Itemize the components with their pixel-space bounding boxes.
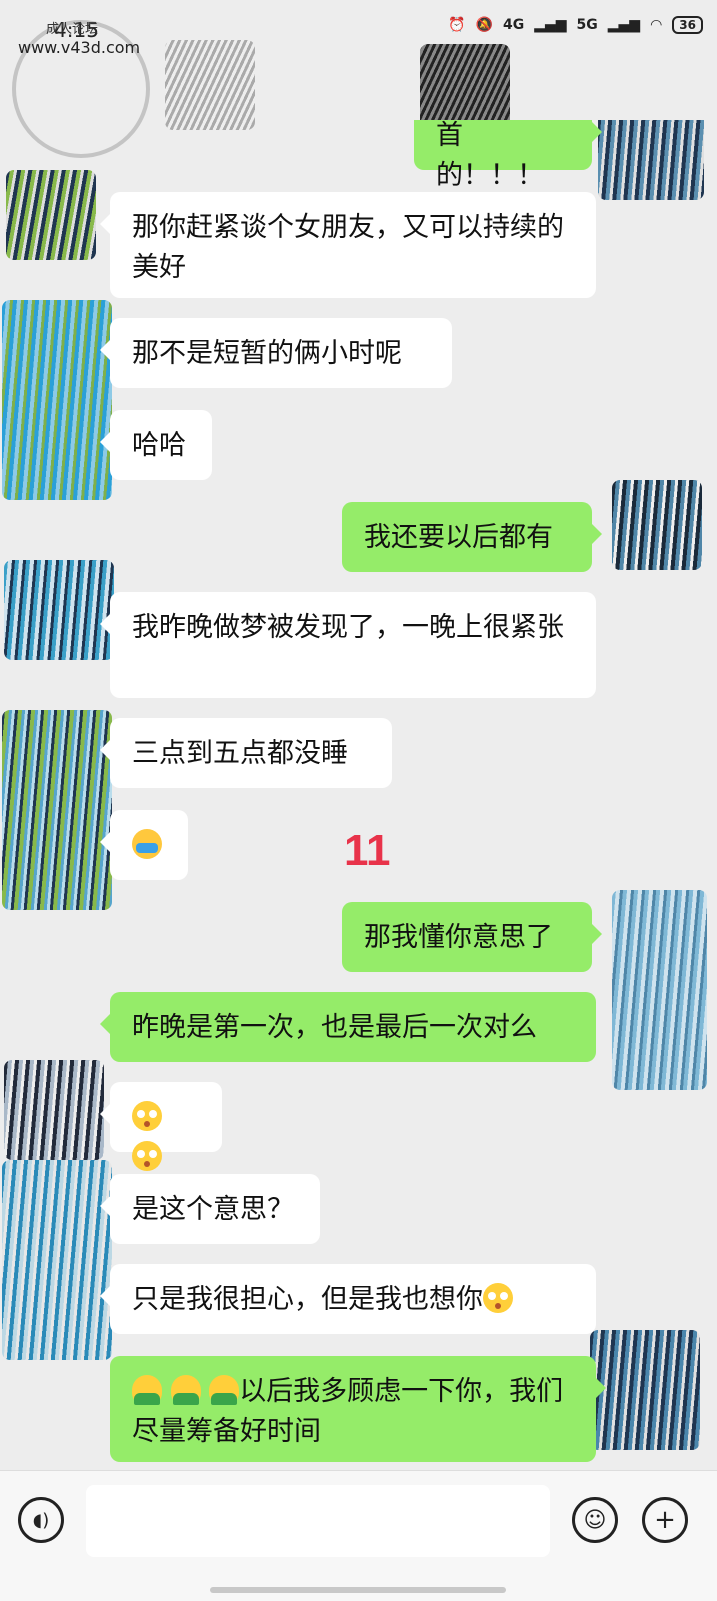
message-text: 那我懂你意思了 — [364, 922, 553, 953]
message-text: 三点到五点都没睡 — [132, 738, 348, 769]
message-text: 哈哈 — [132, 430, 186, 461]
annotation-mark: 11 — [344, 826, 391, 875]
message-bubble-incoming[interactable]: 我昨晚做梦被发现了，一晚上很紧张 — [100, 592, 596, 698]
message-bubble-outgoing[interactable]: 我还要以后都有 — [342, 502, 602, 572]
person-emoji-icon — [170, 1375, 201, 1405]
crying-laughing-emoji-icon — [132, 829, 162, 859]
input-bar: ◖) ☺ + — [0, 1470, 717, 1601]
status-icons: ⏰ 🔕 4G ▂▄▆ 5G ▂▄▆ ◠ 36 — [448, 16, 703, 34]
message-text: 我昨晚做梦被发现了，一晚上很紧张 — [132, 612, 564, 643]
chat-area[interactable]: 首的！！！ 那你赶紧谈个女朋友，又可以持续的美好 那不是短暂的俩小时呢 哈哈 我… — [0, 120, 717, 1470]
message-text: 那你赶紧谈个女朋友，又可以持续的美好 — [132, 212, 564, 283]
contact-avatar[interactable] — [2, 710, 112, 910]
watermark-text: 成人论坛 — [46, 22, 99, 37]
contact-avatar[interactable] — [2, 300, 112, 500]
flushed-emoji-icon — [132, 1141, 162, 1171]
network-4g-label: 4G — [502, 17, 525, 33]
message-bubble-outgoing[interactable]: 那我懂你意思了 — [342, 902, 602, 972]
network-5g-label: 5G — [576, 17, 598, 33]
person-emoji-icon — [209, 1375, 240, 1405]
contact-avatar[interactable] — [2, 1160, 112, 1360]
message-text: 我还要以后都有 — [364, 522, 553, 553]
message-text: 是这个意思？ — [132, 1194, 294, 1225]
redaction-scribble — [165, 40, 255, 130]
message-text: 只是我很担心，但是我也想你 — [132, 1284, 483, 1315]
watermark-url: www.v43d.com — [18, 38, 141, 57]
add-attachment-icon[interactable]: + — [642, 1497, 688, 1543]
message-bubble-incoming[interactable]: 三点到五点都没睡 — [100, 718, 392, 788]
message-bubble-incoming[interactable] — [100, 1082, 222, 1171]
message-bubble-outgoing[interactable]: 首的！！！ — [414, 120, 602, 191]
flushed-emoji-icon — [483, 1283, 513, 1313]
message-bubble-incoming[interactable]: 只是我很担心，但是我也想你 — [100, 1264, 596, 1334]
message-bubble-incoming[interactable]: 是这个意思？ — [100, 1174, 320, 1244]
message-bubble-incoming[interactable]: 哈哈 — [100, 410, 212, 480]
message-bubble-outgoing[interactable]: 以后我多顾虑一下你，我们尽量筹备好时间 — [110, 1356, 606, 1462]
signal-icon-2: ▂▄▆ — [607, 17, 641, 33]
message-bubble-incoming[interactable] — [100, 810, 188, 880]
wifi-icon: ◠ — [650, 17, 663, 33]
self-avatar[interactable] — [590, 1330, 700, 1450]
self-avatar[interactable] — [598, 120, 704, 200]
watermark: 成人论坛 www.v43d.com — [6, 10, 156, 158]
contact-avatar[interactable] — [4, 560, 114, 660]
home-indicator[interactable] — [210, 1587, 506, 1593]
message-bubble-incoming[interactable]: 那不是短暂的俩小时呢 — [100, 318, 452, 388]
emoji-picker-icon[interactable]: ☺ — [572, 1497, 618, 1543]
message-bubble-outgoing[interactable]: 昨晚是第一次，也是最后一次对么 — [100, 992, 596, 1062]
message-bubble-incoming[interactable]: 那你赶紧谈个女朋友，又可以持续的美好 — [100, 192, 596, 298]
alarm-icon: ⏰ — [448, 17, 466, 33]
self-avatar[interactable] — [612, 890, 707, 1090]
message-input[interactable] — [86, 1485, 550, 1557]
battery-icon: 36 — [672, 16, 703, 34]
bell-off-icon: 🔕 — [475, 17, 493, 33]
self-avatar[interactable] — [612, 480, 702, 570]
person-emoji-icon — [132, 1375, 162, 1405]
message-text: 首的！！！ — [436, 120, 544, 191]
signal-icon: ▂▄▆ — [534, 17, 567, 33]
flushed-emoji-icon — [132, 1101, 162, 1131]
contact-avatar[interactable] — [6, 170, 96, 260]
message-text: 那不是短暂的俩小时呢 — [132, 338, 402, 369]
voice-input-icon[interactable]: ◖) — [18, 1497, 64, 1543]
message-text: 昨晚是第一次，也是最后一次对么 — [132, 1012, 537, 1043]
contact-avatar[interactable] — [4, 1060, 104, 1160]
